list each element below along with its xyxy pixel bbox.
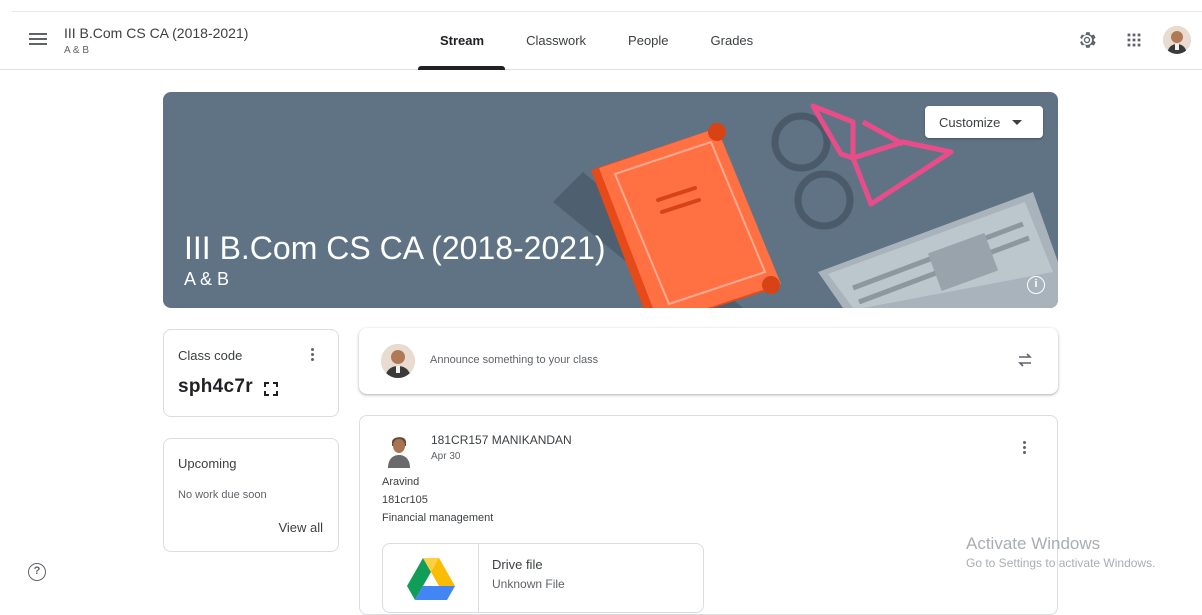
banner-illustration <box>553 103 1058 308</box>
top-app-bar: III B.Com CS CA (2018-2021) A & B Stream… <box>0 0 1202 70</box>
announce-placeholder: Announce something to your class <box>430 354 599 366</box>
settings-icon[interactable] <box>1076 29 1098 51</box>
apps-grid-icon[interactable] <box>1123 29 1145 51</box>
upcoming-status: No work due soon <box>178 489 267 501</box>
attachment-title: Drive file <box>492 557 543 572</box>
banner-class-section: A & B <box>184 269 230 289</box>
info-icon[interactable]: i <box>1027 276 1045 294</box>
activate-windows-subtitle: Go to Settings to activate Windows. <box>966 556 1156 570</box>
upcoming-card: Upcoming No work due soon View all <box>163 438 339 552</box>
class-code-card: Class code sph4c7r <box>163 329 339 417</box>
post-text-line: Financial management <box>382 512 494 524</box>
avatar <box>386 432 412 468</box>
repost-icon[interactable] <box>1015 350 1035 370</box>
tab-grades[interactable]: Grades <box>690 22 775 70</box>
drive-attachment[interactable]: Drive file Unknown File <box>382 543 704 613</box>
class-code-value: sph4c7r <box>178 376 253 397</box>
avatar <box>381 344 415 378</box>
view-all-link[interactable]: View all <box>278 520 323 535</box>
chevron-down-icon <box>1012 119 1023 125</box>
account-avatar[interactable] <box>1163 26 1191 54</box>
google-drive-icon <box>407 558 455 600</box>
more-options-icon[interactable] <box>1016 439 1032 459</box>
fullscreen-icon[interactable] <box>264 382 278 396</box>
menu-icon[interactable] <box>26 30 50 50</box>
post-text-line: 181cr105 <box>382 494 428 506</box>
stream-post-card: 181CR157 MANIKANDAN Apr 30 Aravind 181cr… <box>359 415 1058 615</box>
post-date: Apr 30 <box>431 451 461 462</box>
newspaper-illustration <box>818 192 1058 308</box>
customize-button[interactable]: Customize <box>925 106 1043 138</box>
attachment-subtitle: Unknown File <box>492 577 565 591</box>
upcoming-title: Upcoming <box>178 456 237 471</box>
customize-label: Customize <box>939 114 1001 130</box>
help-icon[interactable]: ? <box>28 563 46 581</box>
post-text-line: Aravind <box>382 476 420 488</box>
tab-people[interactable]: People <box>607 22 689 70</box>
book-illustration <box>591 123 781 308</box>
activate-windows-title: Activate Windows <box>966 534 1101 553</box>
tab-classwork[interactable]: Classwork <box>505 22 607 70</box>
class-banner: III B.Com CS CA (2018-2021) A & B Custom… <box>163 92 1058 308</box>
top-divider <box>12 11 1202 12</box>
header-class-section: A & B <box>64 45 90 56</box>
banner-class-title: III B.Com CS CA (2018-2021) <box>184 230 606 266</box>
announce-box[interactable]: Announce something to your class <box>359 328 1058 394</box>
header-class-title[interactable]: III B.Com CS CA (2018-2021) <box>64 25 248 41</box>
tab-stream[interactable]: Stream <box>418 22 506 70</box>
class-code-label: Class code <box>178 348 243 363</box>
class-tabs: Stream Classwork People Grades <box>418 22 774 70</box>
post-author: 181CR157 MANIKANDAN <box>431 433 572 447</box>
attachment-thumbnail <box>383 544 479 612</box>
round-glasses-illustration <box>771 112 854 230</box>
more-options-icon[interactable] <box>304 346 320 366</box>
